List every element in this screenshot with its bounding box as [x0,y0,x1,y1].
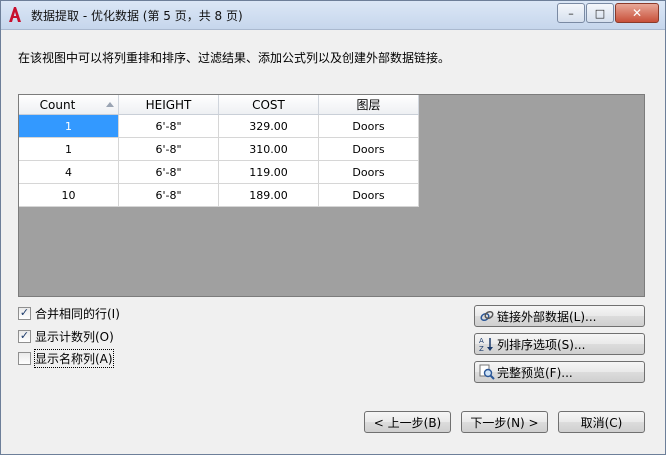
minimize-icon: – [568,6,574,20]
column-header-count[interactable]: Count [19,95,119,115]
checkbox-box[interactable] [18,351,31,365]
sort-ascending-icon [106,102,114,107]
grid-cell[interactable]: 6'-8" [118,183,219,207]
full-preview-button[interactable]: 完整预览(F)... [474,361,645,383]
grid-cell[interactable]: Doors [318,183,419,207]
window-title: 数据提取 - 优化数据 (第 5 页，共 8 页) [31,9,243,23]
back-button[interactable]: < 上一步(B) [364,411,451,433]
instruction-text: 在该视图中可以将列重排和排序、过滤结果、添加公式列以及创建外部数据链接。 [18,51,451,65]
sort-az-icon: A Z [479,336,495,352]
grid-cell[interactable]: 1 [19,114,119,138]
column-header-height[interactable]: HEIGHT [118,95,219,115]
column-header-layer[interactable]: 图层 [318,95,419,115]
next-button[interactable]: 下一步(N) > [461,411,548,433]
grid-cell[interactable]: 10 [19,183,119,207]
title-bar[interactable]: 数据提取 - 优化数据 (第 5 页，共 8 页) – □ ✕ [1,1,665,30]
window-controls: – □ ✕ [556,3,659,23]
grid-cell[interactable]: 6'-8" [118,137,219,161]
show-name-checkbox[interactable]: 显示名称列(A) [18,348,114,368]
grid-cell[interactable]: Doors [318,114,419,138]
dialog-window: 数据提取 - 优化数据 (第 5 页，共 8 页) – □ ✕ 在该视图中可以将… [0,0,666,455]
link-external-data-button[interactable]: 链接外部数据(L)... [474,305,645,327]
data-grid[interactable]: Count HEIGHT COST 图层 1 6'-8" 329.00 Door… [19,95,419,207]
cancel-button[interactable]: 取消(C) [558,411,645,433]
maximize-icon: □ [594,6,606,20]
grid-cell[interactable]: Doors [318,137,419,161]
grid-cell[interactable]: 1 [19,137,119,161]
close-icon: ✕ [631,6,643,20]
checkbox-box[interactable]: ✓ [18,305,31,320]
grid-cell[interactable]: Doors [318,160,419,184]
close-button[interactable]: ✕ [615,3,659,23]
button-label: < 上一步(B) [373,415,442,430]
grid-cell[interactable]: 329.00 [218,114,319,138]
grid-cell[interactable]: 310.00 [218,137,319,161]
grid-cell[interactable]: 6'-8" [118,160,219,184]
merge-rows-checkbox[interactable]: ✓ 合并相同的行(I) [18,305,120,321]
check-mark-icon: ✓ [19,328,30,342]
column-header-cost[interactable]: COST [218,95,319,115]
table-row[interactable]: 1 6'-8" 329.00 Doors [19,114,419,138]
button-label: 下一步(N) > [470,415,539,430]
data-grid-area[interactable]: Count HEIGHT COST 图层 1 6'-8" 329.00 Door… [18,94,645,297]
magnifier-preview-icon [479,364,495,380]
column-header-label: Count [39,97,76,112]
minimize-button[interactable]: – [557,3,585,23]
button-label: 取消(C) [580,415,623,430]
check-mark-icon: ✓ [19,305,30,319]
button-label: 列排序选项(S)... [497,337,586,352]
checkbox-label: 显示名称列(A) [34,348,114,368]
svg-text:Z: Z [479,345,484,352]
table-row[interactable]: 10 6'-8" 189.00 Doors [19,183,419,207]
autocad-a-icon [9,7,21,22]
checkbox-label: 合并相同的行(I) [35,306,120,321]
checkbox-box[interactable]: ✓ [18,328,31,343]
maximize-button[interactable]: □ [586,3,614,23]
checkbox-label: 显示计数列(O) [35,329,114,344]
table-row[interactable]: 4 6'-8" 119.00 Doors [19,160,419,184]
svg-text:A: A [479,337,484,345]
button-label: 完整预览(F)... [497,365,573,380]
grid-cell[interactable]: 6'-8" [118,114,219,138]
grid-header-row: Count HEIGHT COST 图层 [19,95,419,115]
column-sort-options-button[interactable]: A Z 列排序选项(S)... [474,333,645,355]
link-external-icon [479,308,495,324]
grid-cell[interactable]: 4 [19,160,119,184]
grid-cell[interactable]: 119.00 [218,160,319,184]
table-row[interactable]: 1 6'-8" 310.00 Doors [19,137,419,161]
show-count-checkbox[interactable]: ✓ 显示计数列(O) [18,328,114,344]
button-label: 链接外部数据(L)... [497,309,597,324]
grid-cell[interactable]: 189.00 [218,183,319,207]
